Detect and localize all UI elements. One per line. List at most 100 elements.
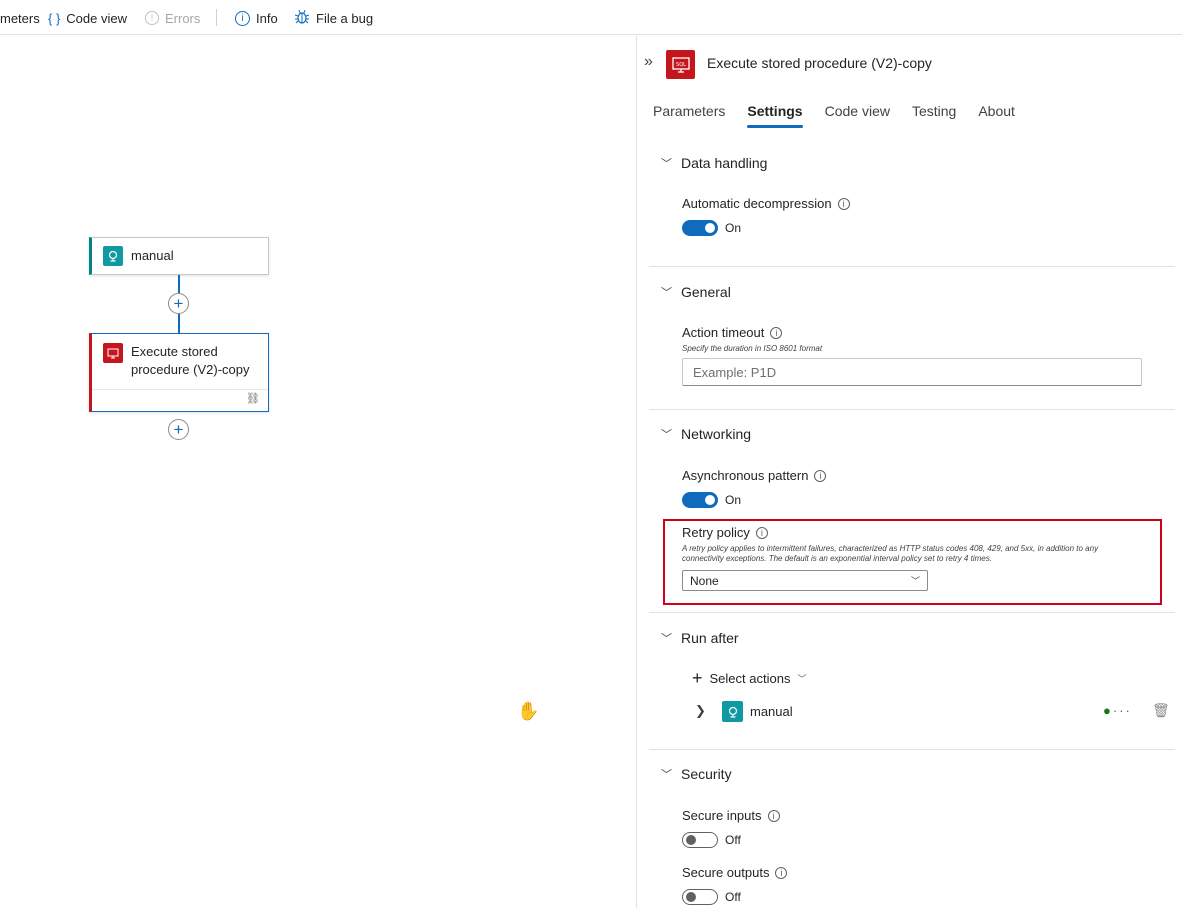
secure-outputs-toggle[interactable]: Off: [682, 889, 741, 905]
dropdown-value: None: [690, 573, 719, 588]
async-pattern-toggle[interactable]: On: [682, 492, 741, 508]
secure-outputs-label: Secure outputs i: [682, 865, 788, 880]
tab-about[interactable]: About: [978, 103, 1015, 128]
info-label: Info: [256, 10, 278, 26]
action-node-execute-stored-procedure[interactable]: Execute stored procedure (V2)-copy ⛓: [89, 333, 269, 412]
info-icon: i: [235, 10, 250, 26]
info-icon[interactable]: i: [837, 197, 850, 210]
toggle-switch[interactable]: [682, 220, 718, 236]
chevron-down-icon: ﹀: [661, 633, 672, 645]
add-step-button[interactable]: +: [168, 419, 189, 440]
section-run-after-header[interactable]: ﹀ Run after: [661, 630, 739, 646]
file-bug-button[interactable]: File a bug: [294, 9, 373, 27]
error-icon: !: [145, 11, 159, 25]
run-after-item-label: manual: [750, 704, 793, 719]
section-divider: [649, 612, 1175, 613]
request-trigger-icon: [722, 701, 743, 722]
field-label-text: Secure outputs: [682, 865, 770, 880]
action-settings-panel: » SQL Execute stored procedure (V2)-copy…: [636, 36, 1182, 908]
section-security-header[interactable]: ﹀ Security: [661, 766, 732, 782]
info-icon[interactable]: i: [775, 866, 788, 879]
node-footer-divider: [92, 389, 268, 390]
section-divider: [649, 266, 1175, 267]
field-label-text: Secure inputs: [682, 808, 762, 823]
chevron-right-icon[interactable]: ❯: [695, 703, 706, 719]
field-label-text: Action timeout: [682, 325, 765, 340]
action-timeout-label: Action timeout i: [682, 325, 783, 340]
chevron-down-icon: ﹀: [661, 287, 672, 299]
retry-policy-label: Retry policy i: [682, 525, 768, 540]
info-icon[interactable]: i: [814, 469, 827, 482]
info-button[interactable]: i Info: [235, 9, 278, 27]
section-title: Data handling: [681, 155, 768, 171]
chevron-down-icon: ﹀: [797, 673, 807, 684]
secure-inputs-toggle[interactable]: Off: [682, 832, 741, 848]
toggle-switch[interactable]: [682, 832, 718, 848]
parameters-button[interactable]: meters: [0, 9, 40, 27]
connector-line: [178, 314, 180, 333]
delete-icon[interactable]: 🗑: [1152, 702, 1170, 719]
section-title: Security: [681, 766, 732, 782]
field-label-text: Asynchronous pattern: [682, 468, 809, 483]
field-label-text: Automatic decompression: [682, 196, 832, 211]
section-title: Run after: [681, 630, 739, 646]
select-actions-button[interactable]: + Select actions ﹀: [692, 669, 806, 687]
run-after-status-icon[interactable]: ●···: [1103, 703, 1132, 718]
trigger-node-manual[interactable]: manual: [89, 237, 269, 275]
action-node-title-line2: procedure (V2)-copy: [131, 362, 250, 377]
async-pattern-label: Asynchronous pattern i: [682, 468, 827, 483]
chevron-down-icon: ﹀: [661, 158, 672, 170]
retry-policy-hint: A retry policy applies to intermittent f…: [682, 544, 1098, 564]
code-view-button[interactable]: { } Code view: [48, 9, 127, 27]
tab-testing[interactable]: Testing: [912, 103, 956, 128]
section-divider: [649, 409, 1175, 410]
errors-label: Errors: [165, 10, 201, 26]
chevron-down-icon: ﹀: [910, 576, 920, 586]
code-view-label: Code view: [66, 10, 127, 26]
chevron-down-icon: ﹀: [661, 769, 672, 781]
insert-step-button[interactable]: +: [168, 293, 189, 314]
action-timeout-hint: Specify the duration in ISO 8601 format: [682, 344, 823, 353]
tab-parameters[interactable]: Parameters: [653, 103, 725, 128]
action-timeout-input[interactable]: [682, 358, 1142, 386]
info-icon[interactable]: i: [767, 809, 780, 822]
braces-icon: { }: [48, 10, 61, 26]
retry-policy-dropdown[interactable]: None ﹀: [682, 570, 928, 591]
tab-settings[interactable]: Settings: [747, 103, 803, 128]
toggle-state: Off: [725, 890, 741, 904]
action-node-title-line1: Execute stored: [131, 344, 218, 359]
section-data-handling-header[interactable]: ﹀ Data handling: [661, 155, 767, 171]
plus-icon: +: [173, 420, 184, 439]
request-trigger-icon: [103, 246, 123, 266]
workflow-canvas[interactable]: manual + Execute stored procedure (V2)-c…: [0, 36, 636, 908]
errors-button[interactable]: ! Errors: [145, 9, 200, 27]
select-actions-label: Select actions: [709, 670, 791, 686]
info-icon[interactable]: i: [770, 326, 783, 339]
panel-tabs: Parameters Settings Code view Testing Ab…: [653, 103, 1015, 128]
section-general-header[interactable]: ﹀ General: [661, 284, 731, 300]
toggle-state: On: [725, 221, 742, 235]
tab-code-view[interactable]: Code view: [825, 103, 890, 128]
file-bug-label: File a bug: [316, 10, 374, 26]
retry-policy-hint-line2: connectivity exceptions. The default is …: [682, 554, 992, 563]
sql-icon: SQL: [666, 50, 695, 79]
toggle-state: Off: [725, 833, 741, 847]
panel-title: Execute stored procedure (V2)-copy: [707, 55, 932, 71]
info-icon[interactable]: i: [755, 526, 768, 539]
auto-decompression-toggle[interactable]: On: [682, 220, 741, 236]
hand-cursor-icon: ✋: [517, 701, 540, 721]
run-after-item: ❯ manual ●··· 🗑: [695, 701, 1175, 723]
toggle-switch[interactable]: [682, 889, 718, 905]
connector-line: [178, 275, 180, 293]
section-networking-header[interactable]: ﹀ Networking: [661, 426, 751, 442]
plus-icon: +: [692, 668, 703, 688]
secure-inputs-label: Secure inputs i: [682, 808, 780, 823]
parameters-label: meters: [0, 10, 40, 26]
chevron-down-icon: ﹀: [661, 429, 672, 441]
plus-icon: +: [173, 294, 184, 313]
toggle-switch[interactable]: [682, 492, 718, 508]
link-icon: ⛓: [246, 393, 260, 405]
collapse-panel-icon[interactable]: »: [644, 53, 653, 71]
section-divider: [649, 749, 1175, 750]
toolbar-divider: [216, 9, 217, 26]
